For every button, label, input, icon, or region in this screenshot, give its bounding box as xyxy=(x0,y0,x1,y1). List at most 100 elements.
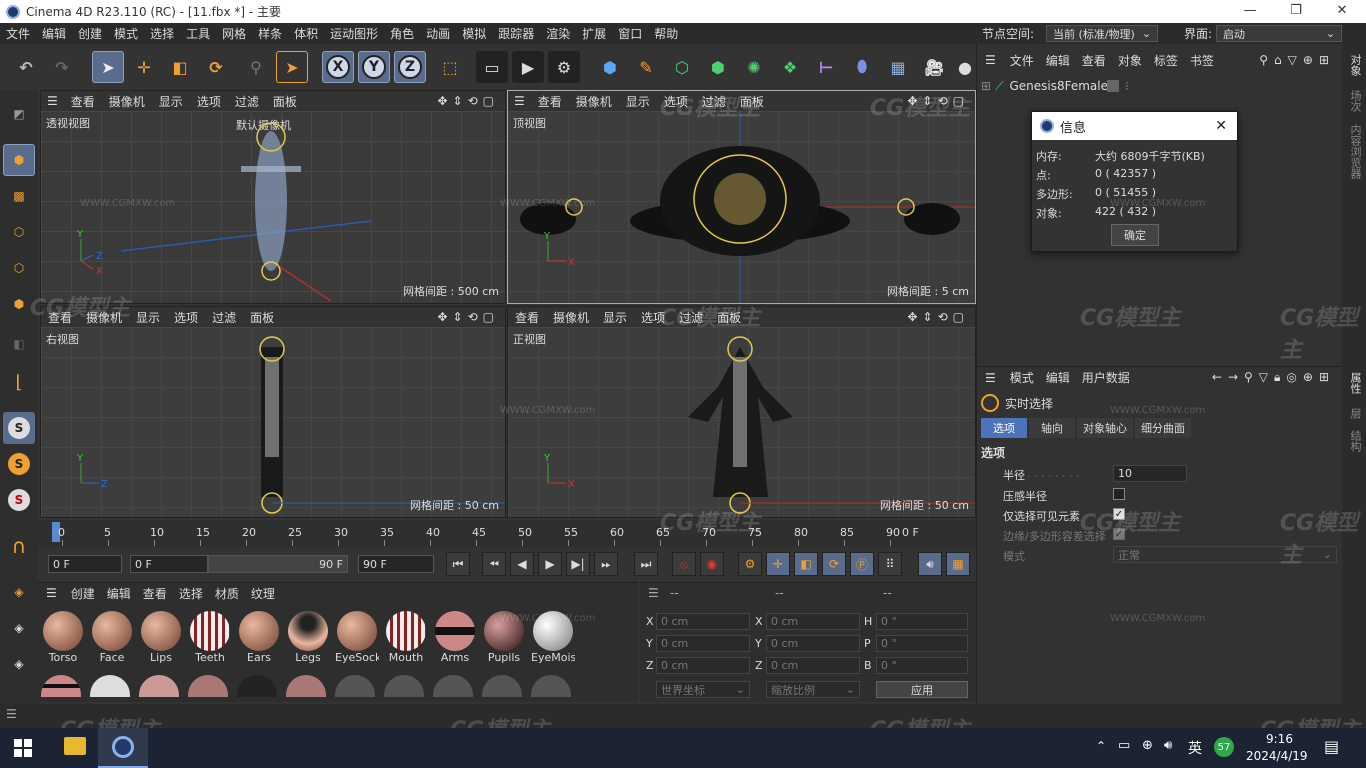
y-axis-lock-button[interactable]: Y xyxy=(358,51,390,83)
material-preview[interactable] xyxy=(384,675,424,697)
vp-menu-panel[interactable]: 面板 xyxy=(733,93,771,110)
material-item[interactable]: EyeSock xyxy=(335,609,379,669)
polygons-mode-icon[interactable]: ⬢ xyxy=(3,288,35,320)
uv-mode-icon[interactable]: ◧ xyxy=(3,328,35,360)
object-visibility-icon[interactable] xyxy=(1107,80,1119,92)
material-item[interactable]: Arms xyxy=(433,609,477,669)
current-frame-field[interactable]: 0 F xyxy=(48,555,122,573)
om-menu-bookmarks[interactable]: 书签 xyxy=(1184,52,1220,69)
menu-file[interactable]: 文件 xyxy=(0,25,36,42)
snap-toggle-icon[interactable]: S xyxy=(3,412,35,444)
redo-icon[interactable]: ↷ xyxy=(46,51,78,83)
mode-dropdown[interactable]: 正常 ⌄ xyxy=(1113,546,1337,563)
menu-icon[interactable]: ☰ xyxy=(977,371,1004,385)
viewport-nav-icons[interactable]: ✥⇕⟲▢ xyxy=(907,310,975,324)
next-key-icon[interactable]: ⏩︎ xyxy=(594,552,618,576)
floor-icon[interactable]: ▦ xyxy=(882,51,914,83)
object-dots-icon[interactable]: ⁝ xyxy=(1125,79,1129,93)
rot-b-field[interactable]: 0 ° xyxy=(876,657,968,674)
scale-icon[interactable]: ◧ xyxy=(164,51,196,83)
object-row[interactable]: ⊞ ⟋ Genesis8Female ⁝ xyxy=(977,76,1343,96)
grid-plane-icon[interactable]: ◈ xyxy=(3,612,35,644)
attr-tool-icons[interactable]: ←→⚲▽🔒︎◎⊕⊞ xyxy=(1212,370,1343,385)
coordinate-system-icon[interactable]: ⬚ xyxy=(434,51,466,83)
material-preview[interactable] xyxy=(335,675,375,697)
menu-simulate[interactable]: 模拟 xyxy=(456,25,492,42)
mat-menu-view[interactable]: 查看 xyxy=(137,585,173,602)
vp-menu-display[interactable]: 显示 xyxy=(129,309,167,326)
menu-tools[interactable]: 工具 xyxy=(180,25,216,42)
menu-window[interactable]: 窗口 xyxy=(612,25,648,42)
om-menu-tags[interactable]: 标签 xyxy=(1148,52,1184,69)
vp-menu-display[interactable]: 显示 xyxy=(619,93,657,110)
menu-select[interactable]: 选择 xyxy=(144,25,180,42)
vp-menu-camera[interactable]: 摄像机 xyxy=(569,93,619,110)
menu-icon[interactable]: ☰ xyxy=(41,94,64,108)
scale-dropdown[interactable]: 缩放比例 ⌄ xyxy=(766,681,860,698)
menu-mograph[interactable]: 运动图形 xyxy=(324,25,384,42)
menu-animate[interactable]: 动画 xyxy=(420,25,456,42)
mat-menu-select[interactable]: 选择 xyxy=(173,585,209,602)
action-center-icon[interactable]: ▤ xyxy=(1324,737,1339,756)
vp-menu-filter[interactable]: 过滤 xyxy=(695,93,733,110)
attr-menu-edit[interactable]: 编辑 xyxy=(1040,369,1076,386)
select-arrow-icon[interactable]: ➤ xyxy=(92,51,124,83)
vp-menu-camera[interactable]: 摄像机 xyxy=(546,309,596,326)
menu-character[interactable]: 角色 xyxy=(384,25,420,42)
taskbar-cinema4d-button[interactable] xyxy=(98,728,148,768)
ime-indicator[interactable]: 英 xyxy=(1188,738,1202,758)
range-start-field[interactable]: 0 F xyxy=(130,555,208,573)
snap-settings-icon[interactable]: S xyxy=(3,448,35,480)
material-item[interactable]: Ears xyxy=(237,609,281,669)
radius-field[interactable]: 10 xyxy=(1113,465,1187,482)
node-space-dropdown[interactable]: 当前 (标准/物理) ⌄ xyxy=(1046,25,1159,42)
info-ok-button[interactable]: 确定 xyxy=(1111,224,1159,246)
vp-menu-display[interactable]: 显示 xyxy=(152,93,190,110)
pos-y-field[interactable]: 0 cm xyxy=(656,635,750,652)
locked-workplane-icon[interactable]: ◈ xyxy=(3,648,35,680)
range-slider[interactable]: 90 F xyxy=(208,555,348,573)
om-menu-object[interactable]: 对象 xyxy=(1112,52,1148,69)
rotate-icon[interactable]: ⟳ xyxy=(200,51,232,83)
vp-menu-panel[interactable]: 面板 xyxy=(266,93,304,110)
rot-h-field[interactable]: 0 ° xyxy=(876,613,968,630)
move-icon[interactable]: ✛ xyxy=(128,51,160,83)
menu-create[interactable]: 创建 xyxy=(72,25,108,42)
key-position-icon[interactable]: ✛ xyxy=(766,552,790,576)
vp-menu-view[interactable]: 查看 xyxy=(508,309,546,326)
side-tab-content-browser[interactable]: 内容浏览器 xyxy=(1347,124,1363,179)
tab-axis[interactable]: 轴向 xyxy=(1029,418,1075,438)
attr-menu-mode[interactable]: 模式 xyxy=(1004,369,1040,386)
key-param-icon[interactable]: Ⓟ xyxy=(850,552,874,576)
film-icon[interactable]: ▦ xyxy=(946,552,970,576)
om-menu-edit[interactable]: 编辑 xyxy=(1040,52,1076,69)
axis-mode-icon[interactable]: ⌊ xyxy=(3,366,35,398)
goto-end-icon[interactable]: ⏭ xyxy=(634,552,658,576)
expand-icon[interactable]: ⊞ xyxy=(977,79,995,93)
menu-icon[interactable]: ☰ xyxy=(38,586,65,600)
keyframe-selection-icon[interactable]: ⚙ xyxy=(738,552,762,576)
material-preview[interactable] xyxy=(286,675,326,697)
chevron-up-icon[interactable]: ⌃ xyxy=(1096,739,1106,753)
texture-mode-icon[interactable]: ▩ xyxy=(3,180,35,212)
pos-x-field[interactable]: 0 cm xyxy=(656,613,750,630)
visible-only-checkbox[interactable]: ✓ xyxy=(1113,508,1125,520)
material-preview[interactable] xyxy=(237,675,277,697)
x-axis-lock-button[interactable]: X xyxy=(322,51,354,83)
viewport-right[interactable]: 查看 摄像机 显示 选项 过滤 面板 ✥⇕⟲▢ 右视图 Y Z 网格间距 : 5… xyxy=(40,306,506,518)
vp-menu-options[interactable]: 选项 xyxy=(634,309,672,326)
apply-button[interactable]: 应用 xyxy=(876,681,968,698)
om-menu-file[interactable]: 文件 xyxy=(1004,52,1040,69)
vp-menu-camera[interactable]: 摄像机 xyxy=(102,93,152,110)
prev-key-icon[interactable]: ⏪︎ xyxy=(482,552,506,576)
vp-menu-filter[interactable]: 过滤 xyxy=(205,309,243,326)
record-keys-icon[interactable]: ⦸ xyxy=(672,552,696,576)
live-select-icon[interactable]: ➤ xyxy=(276,51,308,83)
mograph-icon[interactable]: ❖ xyxy=(774,51,806,83)
material-preview[interactable] xyxy=(90,675,130,697)
render-picture-viewer-icon[interactable]: ▶ xyxy=(512,51,544,83)
light-icon[interactable]: ● xyxy=(954,51,976,83)
timeline-ruler[interactable]: 0 5 10 15 20 25 30 35 40 45 50 55 60 65 70 75 80 85 90 0 F xyxy=(38,520,976,548)
side-tab-layers[interactable]: 层 xyxy=(1347,408,1363,419)
render-view-icon[interactable]: ▭ xyxy=(476,51,508,83)
